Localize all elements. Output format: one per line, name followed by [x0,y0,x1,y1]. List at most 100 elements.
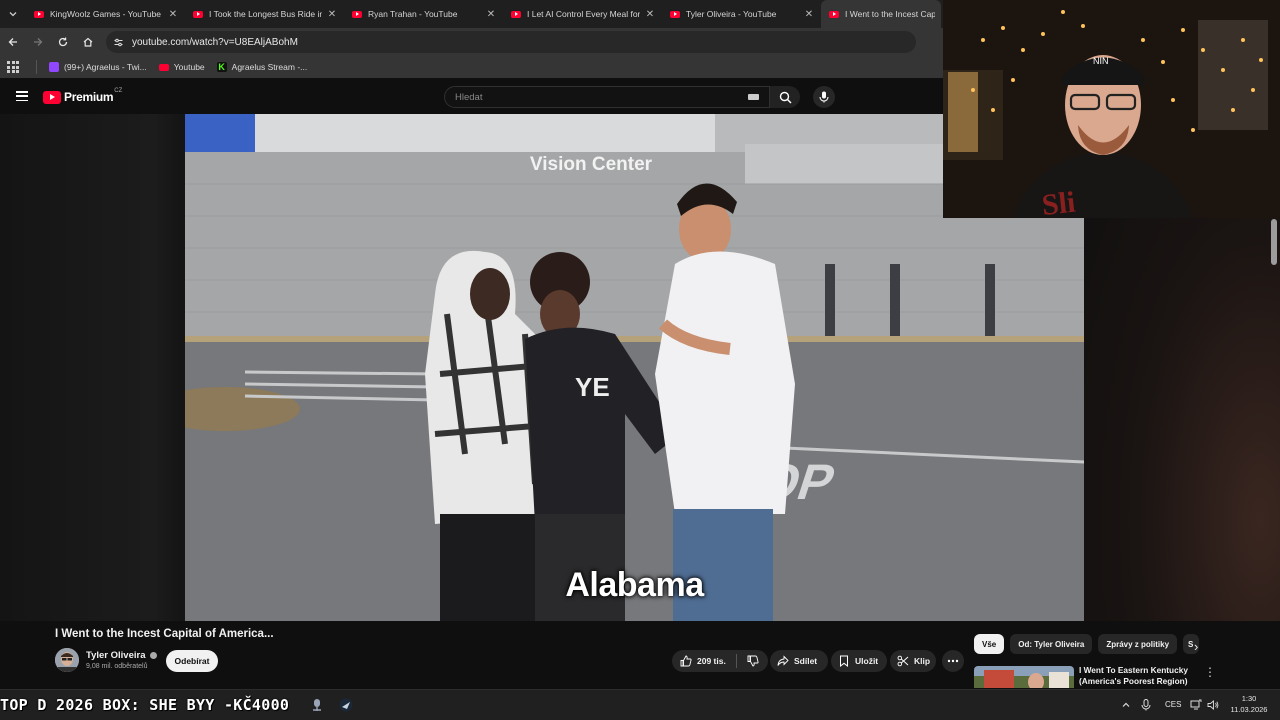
chip-politics-news[interactable]: Zprávy z politiky [1098,634,1178,654]
browser-tab[interactable]: I Took the Longest Bus Ride in the World… [185,0,344,28]
microphone-icon [1141,699,1151,711]
svg-text:Sli: Sli [1040,186,1077,218]
apps-grid-icon[interactable] [6,60,20,74]
bookmarks-divider [36,60,37,74]
network-tray-button[interactable] [1188,697,1204,713]
reload-icon [58,37,68,47]
site-info-icon[interactable] [112,36,124,48]
thumbs-up-icon [680,655,692,667]
reload-button[interactable] [51,30,75,54]
menu-icon[interactable] [16,91,28,101]
chevron-right-icon[interactable]: › [1194,639,1198,654]
subscribe-button[interactable]: Odebírat [166,650,218,672]
subscriber-count: 9,08 mil. odběratelů [86,663,148,670]
youtube-logo[interactable]: Premium CZ [43,88,123,104]
chip-all[interactable]: Vše [974,634,1005,654]
twitch-icon [49,62,59,72]
arrow-left-icon [8,38,17,46]
search-placeholder: Hledat [455,91,483,103]
steam-icon [339,698,353,712]
tab-title: I Let AI Control Every Meal for 7 Days [527,9,640,19]
recommendation-chips: Vše Od: Tyler Oliveira Zprávy z politiky… [974,634,1205,654]
browser-tab[interactable]: KingWoolz Games - YouTube ✕ [26,0,185,28]
back-button[interactable] [1,30,25,54]
search-button[interactable] [770,86,800,108]
browser-tab[interactable]: I Went to the Incest Capital of America [821,0,941,28]
kick-icon: K [216,62,227,72]
bookmark-youtube[interactable]: Youtube [158,62,205,72]
close-tab-icon[interactable]: ✕ [644,9,656,20]
microphone-icon [819,91,829,103]
tray-overflow-button[interactable] [1118,697,1134,713]
recommended-thumbnail[interactable] [974,666,1074,688]
address-bar[interactable]: youtube.com/watch?v=U8EAljABohM [106,31,916,53]
channel-avatar[interactable] [55,648,79,672]
more-actions-button[interactable] [942,650,964,672]
bookmark-icon [838,655,850,667]
taskbar-clock[interactable]: 1:30 11.03.2026 [1226,693,1272,716]
keyboard-icon[interactable] [748,94,759,100]
chevron-up-icon [1122,702,1130,707]
youtube-favicon-icon [829,10,839,18]
svg-text:YE: YE [575,372,610,402]
url-text[interactable]: youtube.com/watch?v=U8EAljABohM [132,37,298,48]
search-input[interactable]: Hledat [444,86,770,108]
video-subtitle: Alabama [565,566,704,604]
like-button[interactable] [680,655,692,667]
tab-title: KingWoolz Games - YouTube [50,9,162,19]
save-button[interactable]: Uložit [831,650,887,672]
tab-title: I Took the Longest Bus Ride in the World [209,9,322,19]
clip-button[interactable]: Klip [890,650,936,672]
home-icon [83,37,93,47]
channel-name-text: Tyler Oliveira [86,650,146,661]
bookmark-label: Youtube [173,62,205,72]
channel-name[interactable]: Tyler Oliveira [86,650,157,661]
browser-tab[interactable]: Tyler Oliveira - YouTube ✕ [662,0,821,28]
chevron-down-icon [9,12,17,17]
input-language[interactable]: CES [1165,700,1181,709]
bookmark-twitch[interactable]: (99+) Agraelus - Twi... [49,62,147,72]
thumbs-down-icon [747,655,759,667]
like-count[interactable]: 209 tis. [697,656,726,666]
voice-search-button[interactable] [813,86,835,108]
dislike-button[interactable] [747,655,759,667]
tab-title: Tyler Oliveira - YouTube [686,9,777,19]
more-vertical-icon[interactable]: ⋮ [1204,665,1216,679]
more-horizontal-icon [947,659,959,663]
save-label: Uložit [855,656,879,666]
svg-text:NIN: NIN [1093,56,1109,66]
recommended-title[interactable]: I Went To Eastern Kentucky (America's Po… [1079,665,1189,687]
vision-center-sign: Vision Center [530,154,653,175]
forward-button[interactable] [26,30,50,54]
clock-time: 1:30 [1241,694,1257,703]
page-scrollbar[interactable] [1271,219,1277,265]
share-button[interactable]: Sdílet [770,650,828,672]
chip-from-channel[interactable]: Od: Tyler Oliveira [1010,634,1093,654]
close-tab-icon[interactable]: ✕ [167,9,179,20]
verified-icon [149,652,157,659]
browser-tab[interactable]: Ryan Trahan - YouTube ✕ [344,0,503,28]
taskbar-app-icon[interactable] [309,697,325,713]
arrow-right-icon [34,38,43,46]
clock-date: 11.03.2026 [1230,705,1268,715]
close-tab-icon[interactable]: ✕ [326,9,338,20]
youtube-play-icon [43,90,61,104]
bookmark-kick[interactable]: K Agraelus Stream -... [216,62,307,72]
clip-label: Klip [914,656,931,666]
close-tab-icon[interactable]: ✕ [485,9,497,20]
volume-tray-button[interactable] [1205,697,1221,713]
share-icon [777,655,789,667]
app-icon [313,699,321,711]
close-tab-icon[interactable]: ✕ [803,9,815,20]
region-code: CZ [114,88,123,94]
home-button[interactable] [76,30,100,54]
browser-tab[interactable]: I Let AI Control Every Meal for 7 Days ✕ [503,0,662,28]
tab-search-button[interactable] [0,0,26,28]
scissors-icon [897,655,909,667]
webcam-overlay: Sli NIN [943,0,1280,218]
microphone-tray-button[interactable] [1138,697,1154,713]
steam-taskbar-icon[interactable] [338,697,354,713]
like-dislike-group: 209 tis. [672,650,768,672]
tab-title: Ryan Trahan - YouTube [368,9,458,19]
search-icon [779,91,792,104]
